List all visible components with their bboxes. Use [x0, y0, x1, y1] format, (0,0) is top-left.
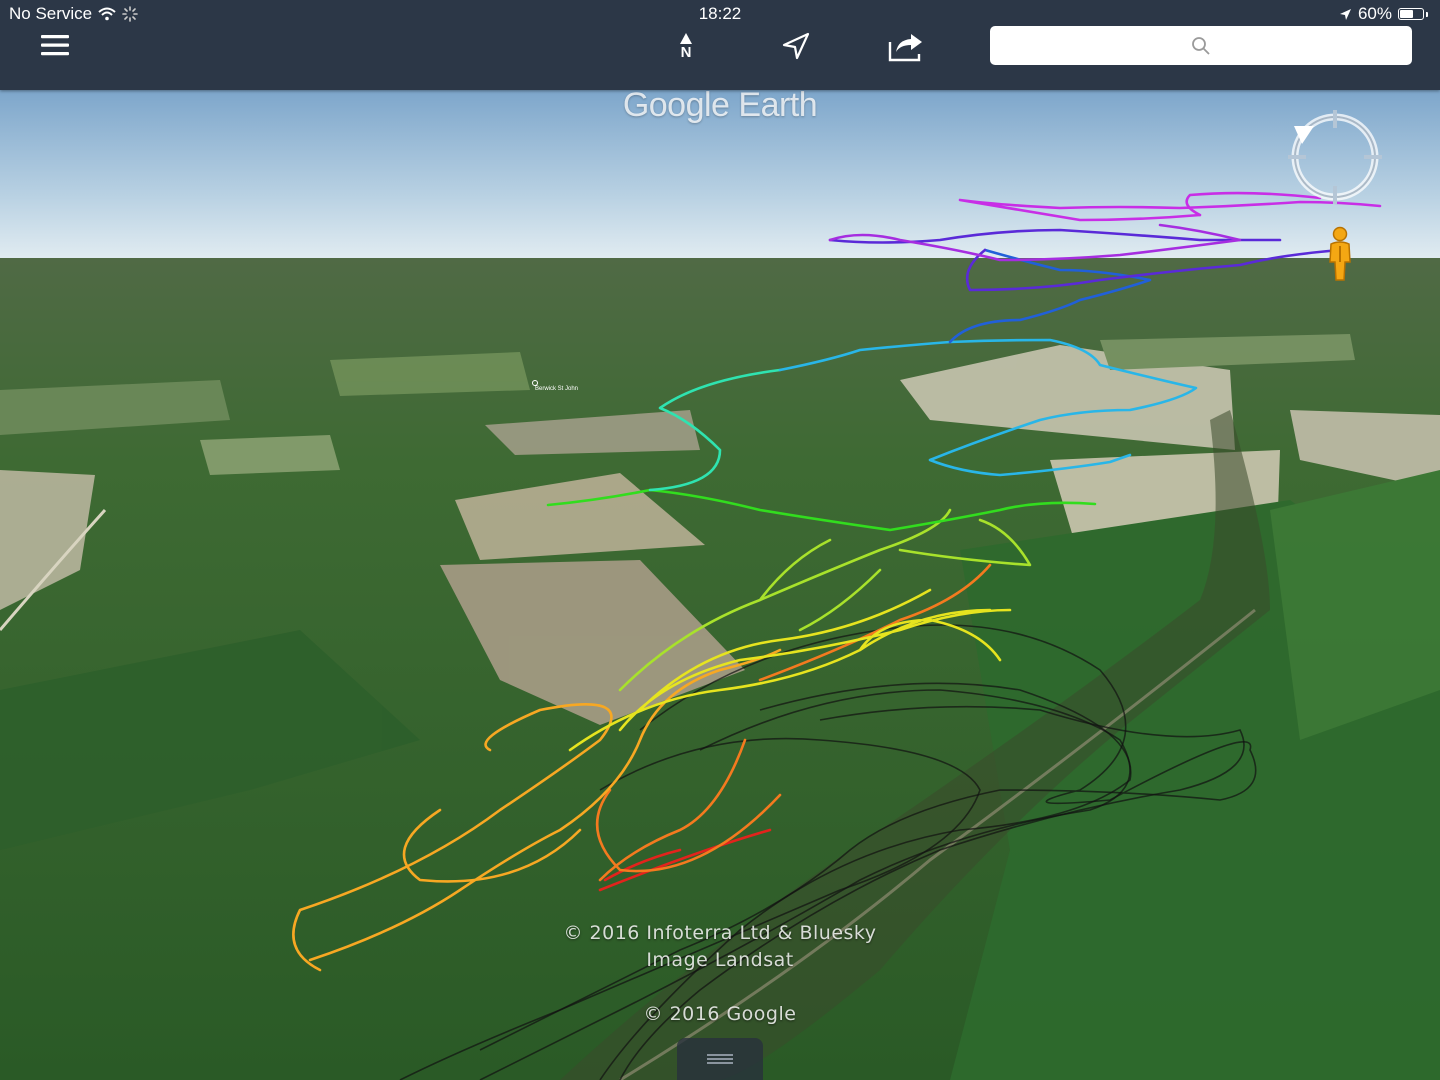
hamburger-menu-icon — [41, 35, 69, 56]
google-earth-logo: Google Earth — [622, 86, 818, 124]
place-label: Berwick St John — [535, 386, 579, 392]
imagery-attribution-2: Image Landsat — [646, 949, 794, 971]
share-button[interactable] — [884, 26, 928, 66]
battery-nub — [1426, 11, 1428, 17]
share-icon — [888, 34, 922, 62]
drawer-handle-icon — [707, 1054, 733, 1064]
location-arrow-icon — [782, 32, 810, 60]
view-compass-icon — [1288, 110, 1382, 204]
street-view-pegman[interactable] — [1326, 226, 1354, 287]
status-bar: No Service 18:22 60% — [0, 0, 1440, 28]
location-services-icon — [1339, 8, 1351, 20]
search-box[interactable] — [990, 26, 1412, 65]
menu-button[interactable] — [34, 28, 76, 62]
battery-fill — [1400, 10, 1413, 18]
search-input[interactable] — [990, 26, 1412, 65]
battery-icon — [1398, 8, 1424, 20]
imagery-attribution-1: © 2016 Infoterra Ltd & Bluesky — [563, 922, 877, 944]
status-right: 60% — [1339, 4, 1428, 24]
north-button[interactable]: N — [668, 26, 704, 66]
my-location-button[interactable] — [776, 26, 816, 66]
battery-percent: 60% — [1357, 4, 1392, 23]
google-copyright: © 2016 Google — [643, 1003, 797, 1025]
north-compass-icon — [680, 32, 692, 44]
bottom-drawer-handle[interactable] — [677, 1038, 763, 1080]
north-label: N — [680, 43, 692, 61]
view-compass[interactable] — [1288, 110, 1382, 209]
status-time: 18:22 — [698, 4, 742, 23]
street-view-pegman-icon — [1329, 226, 1351, 281]
